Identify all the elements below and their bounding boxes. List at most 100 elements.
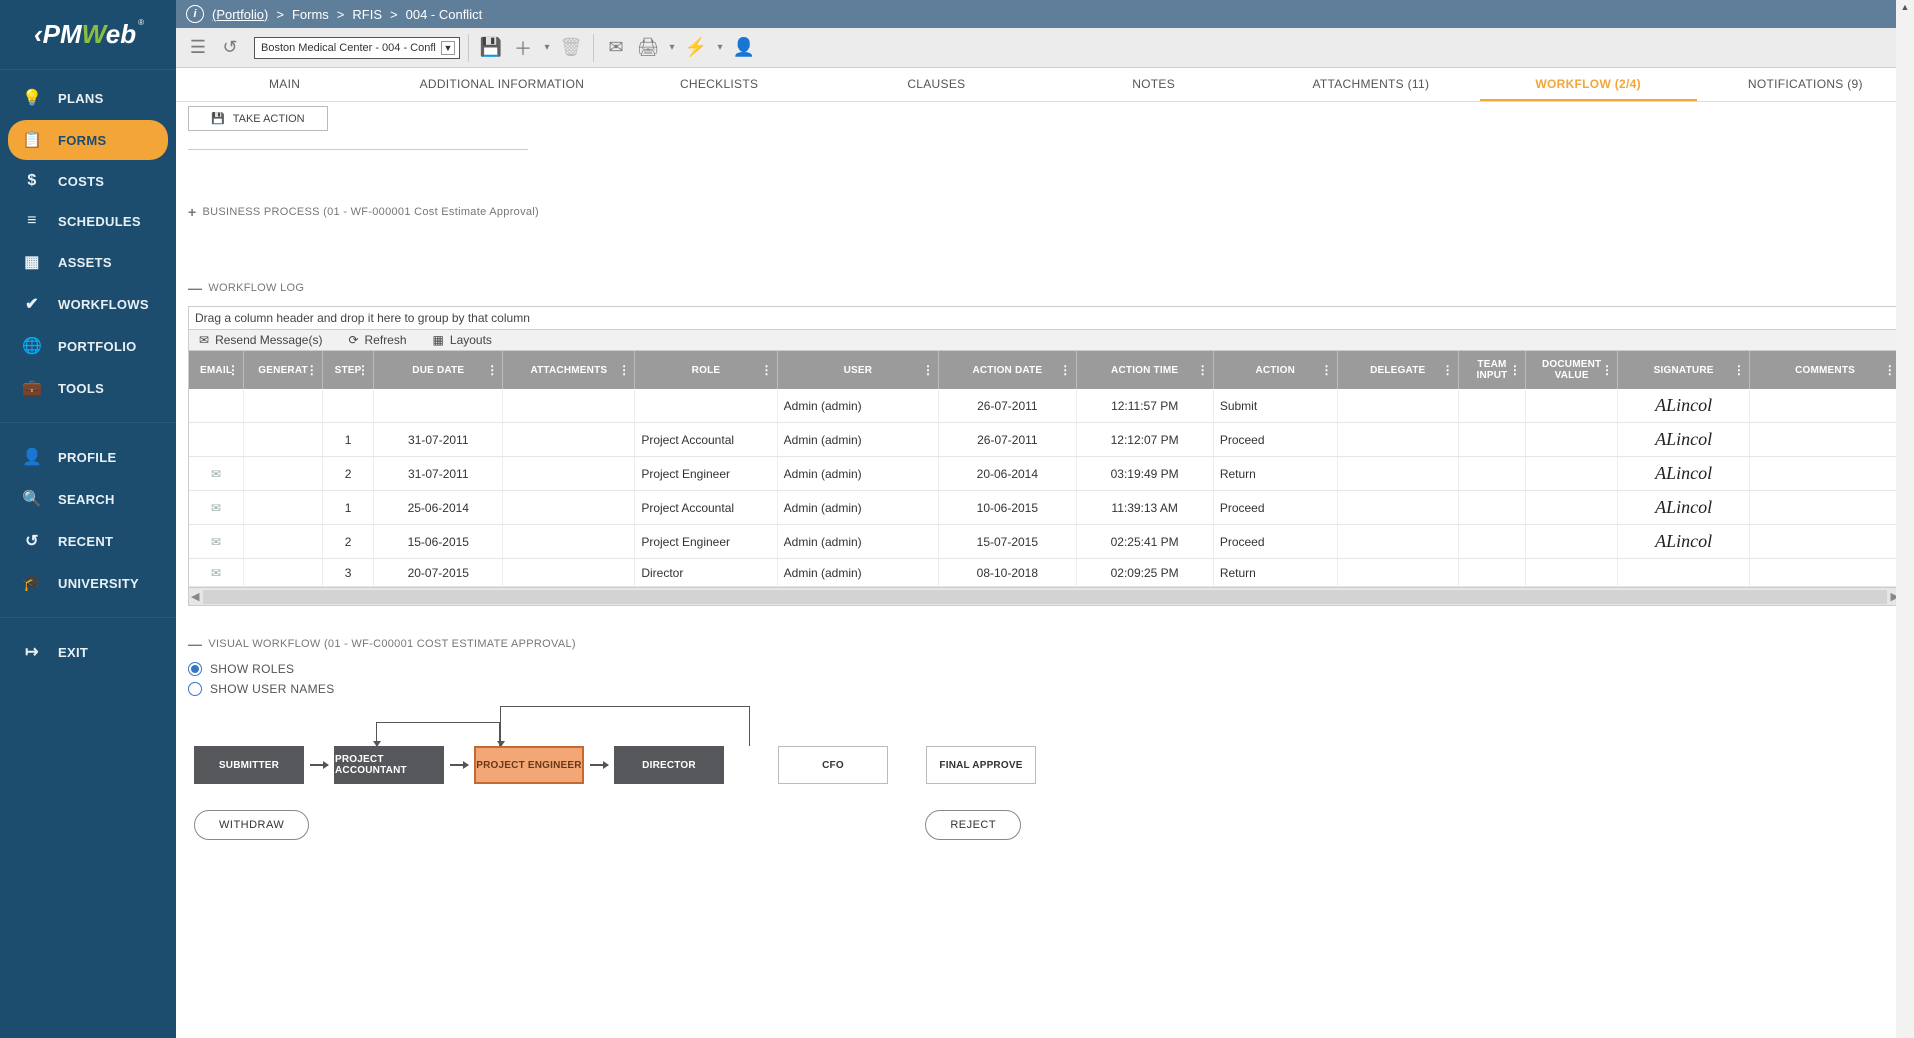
sidebar-item-profile[interactable]: 👤 PROFILE	[8, 437, 168, 477]
scroll-left-icon[interactable]: ◀	[191, 590, 199, 603]
email-icon[interactable]: ✉	[602, 34, 630, 62]
table-row[interactable]: 131-07-2011Project AccountalAdmin (admin…	[189, 423, 1901, 457]
tab-notes[interactable]: NOTES	[1045, 68, 1262, 101]
col-signature[interactable]: SIGNATURE⋮	[1618, 351, 1750, 389]
col-menu-icon[interactable]: ⋮	[1601, 363, 1613, 377]
business-process-header[interactable]: + BUSINESS PROCESS (01 - WF-000001 Cost …	[188, 204, 1902, 220]
col-menu-icon[interactable]: ⋮	[1059, 363, 1071, 377]
sidebar-item-search[interactable]: 🔍SEARCH	[8, 479, 168, 519]
delete-icon[interactable]: 🗑	[557, 34, 585, 62]
breadcrumb-forms[interactable]: Forms	[292, 7, 329, 22]
bolt-caret-icon[interactable]: ▾	[714, 34, 726, 62]
sidebar-item-recent[interactable]: ↺RECENT	[8, 521, 168, 561]
tab-workflow-2-4-[interactable]: WORKFLOW (2/4)	[1480, 68, 1697, 101]
nav-label: PORTFOLIO	[58, 339, 137, 354]
tab-additional-information[interactable]: ADDITIONAL INFORMATION	[393, 68, 610, 101]
table-row[interactable]: ✉125-06-2014Project AccountalAdmin (admi…	[189, 491, 1901, 525]
sidebar-item-tools[interactable]: 💼TOOLS	[8, 368, 168, 408]
sidebar-item-workflows[interactable]: ✔WORKFLOWS	[8, 284, 168, 324]
tab-main[interactable]: MAIN	[176, 68, 393, 101]
nav-icon: 🌐	[22, 336, 42, 356]
col-user[interactable]: USER⋮	[777, 351, 939, 389]
nav-icon: 🔍	[22, 489, 42, 509]
sidebar-item-university[interactable]: 🎓UNIVERSITY	[8, 563, 168, 603]
col-document-value[interactable]: DOCUMENT VALUE⋮	[1526, 351, 1618, 389]
layouts-button[interactable]: ▦Layouts	[433, 333, 492, 347]
breadcrumb-rfis[interactable]: RFIS	[352, 7, 382, 22]
col-action-time[interactable]: ACTION TIME⋮	[1076, 351, 1213, 389]
col-menu-icon[interactable]: ⋮	[1733, 363, 1745, 377]
col-menu-icon[interactable]: ⋮	[486, 363, 498, 377]
bolt-icon[interactable]: ⚡	[682, 34, 710, 62]
chevron-down-icon[interactable]: ▼	[441, 41, 455, 55]
table-row[interactable]: ✉320-07-2015DirectorAdmin (admin)08-10-2…	[189, 559, 1901, 587]
col-menu-icon[interactable]: ⋮	[1509, 363, 1521, 377]
list-icon[interactable]: ☰	[184, 34, 212, 62]
minus-icon[interactable]: —	[188, 280, 202, 296]
col-menu-icon[interactable]: ⋮	[1884, 363, 1896, 377]
add-caret-icon[interactable]: ▾	[541, 34, 553, 62]
print-icon[interactable]: 🖨	[634, 34, 662, 62]
record-selector[interactable]: Boston Medical Center - 004 - Confl ▼	[254, 37, 460, 59]
col-attachments[interactable]: ATTACHMENTS⋮	[503, 351, 635, 389]
col-action-date[interactable]: ACTION DATE⋮	[939, 351, 1076, 389]
plus-icon[interactable]: +	[188, 204, 196, 220]
tab-attachments-11-[interactable]: ATTACHMENTS (11)	[1262, 68, 1479, 101]
h-scrollbar[interactable]: ◀ ▶	[189, 587, 1901, 605]
print-caret-icon[interactable]: ▾	[666, 34, 678, 62]
add-icon[interactable]: ＋	[509, 34, 537, 62]
sidebar-item-forms[interactable]: 📋FORMS	[8, 120, 168, 160]
nav-label: PROFILE	[58, 450, 116, 465]
sidebar-item-portfolio[interactable]: 🌐 PORTFOLIO	[8, 326, 168, 366]
col-comments[interactable]: COMMENTS⋮	[1750, 351, 1901, 389]
col-menu-icon[interactable]: ⋮	[922, 363, 934, 377]
sidebar-item-plans[interactable]: 💡PLANS	[8, 78, 168, 118]
resend-button[interactable]: ✉Resend Message(s)	[199, 333, 322, 347]
col-due-date[interactable]: DUE DATE⋮	[374, 351, 503, 389]
sidebar-item-exit[interactable]: ↦EXIT	[8, 632, 168, 672]
user-icon[interactable]: 👤	[730, 34, 758, 62]
nav-label: TOOLS	[58, 381, 104, 396]
col-menu-icon[interactable]: ⋮	[1320, 363, 1332, 377]
sidebar-item-costs[interactable]: $COSTS	[8, 162, 168, 200]
col-delegate[interactable]: DELEGATE⋮	[1337, 351, 1458, 389]
reject-button[interactable]: REJECT	[925, 810, 1021, 840]
table-row[interactable]: ✉215-06-2015Project EngineerAdmin (admin…	[189, 525, 1901, 559]
history-icon[interactable]: ↺	[216, 34, 244, 62]
tab-checklists[interactable]: CHECKLISTS	[611, 68, 828, 101]
show-roles-radio[interactable]: SHOW ROLES	[188, 662, 1902, 676]
save-icon[interactable]: 💾	[477, 34, 505, 62]
table-row[interactable]: Admin (admin)26-07-201112:11:57 PMSubmit…	[189, 389, 1901, 423]
breadcrumb-portfolio[interactable]: (Portfolio)	[212, 7, 268, 22]
sidebar-item-schedules[interactable]: ≡SCHEDULES	[8, 202, 168, 240]
refresh-button[interactable]: ⟳Refresh	[348, 333, 406, 347]
col-step[interactable]: STEP⋮	[323, 351, 374, 389]
withdraw-button[interactable]: WITHDRAW	[194, 810, 309, 840]
col-menu-icon[interactable]: ⋮	[1442, 363, 1454, 377]
info-icon[interactable]: i	[186, 5, 204, 23]
sidebar-item-assets[interactable]: ▦ASSETS	[8, 242, 168, 282]
col-email[interactable]: EMAIL⋮	[189, 351, 244, 389]
col-action[interactable]: ACTION⋮	[1213, 351, 1337, 389]
nav-icon: 👤	[22, 447, 42, 467]
table-row[interactable]: ✉231-07-2011Project EngineerAdmin (admin…	[189, 457, 1901, 491]
minus-icon[interactable]: —	[188, 636, 202, 652]
tab-clauses[interactable]: CLAUSES	[828, 68, 1045, 101]
col-generat[interactable]: GENERAT⋮	[244, 351, 323, 389]
col-menu-icon[interactable]: ⋮	[1197, 363, 1209, 377]
tab-notifications-9-[interactable]: NOTIFICATIONS (9)	[1697, 68, 1914, 101]
show-users-radio[interactable]: SHOW USER NAMES	[188, 682, 1902, 696]
col-menu-icon[interactable]: ⋮	[357, 363, 369, 377]
group-drop-zone[interactable]: Drag a column header and drop it here to…	[189, 307, 1901, 330]
col-menu-icon[interactable]: ⋮	[227, 363, 239, 377]
col-menu-icon[interactable]: ⋮	[618, 363, 630, 377]
col-role[interactable]: ROLE⋮	[635, 351, 777, 389]
email-icon: ✉	[199, 333, 209, 347]
take-action-button[interactable]: 💾 TAKE ACTION	[188, 106, 328, 131]
visual-workflow-header[interactable]: — VISUAL WORKFLOW (01 - WF-C00001 COST E…	[188, 636, 1902, 652]
v-scrollbar[interactable]: ▲	[1896, 0, 1914, 1038]
workflow-log-header[interactable]: — WORKFLOW LOG	[188, 280, 1902, 296]
col-menu-icon[interactable]: ⋮	[760, 363, 772, 377]
col-menu-icon[interactable]: ⋮	[306, 363, 318, 377]
col-team-input[interactable]: TEAM INPUT⋮	[1458, 351, 1525, 389]
